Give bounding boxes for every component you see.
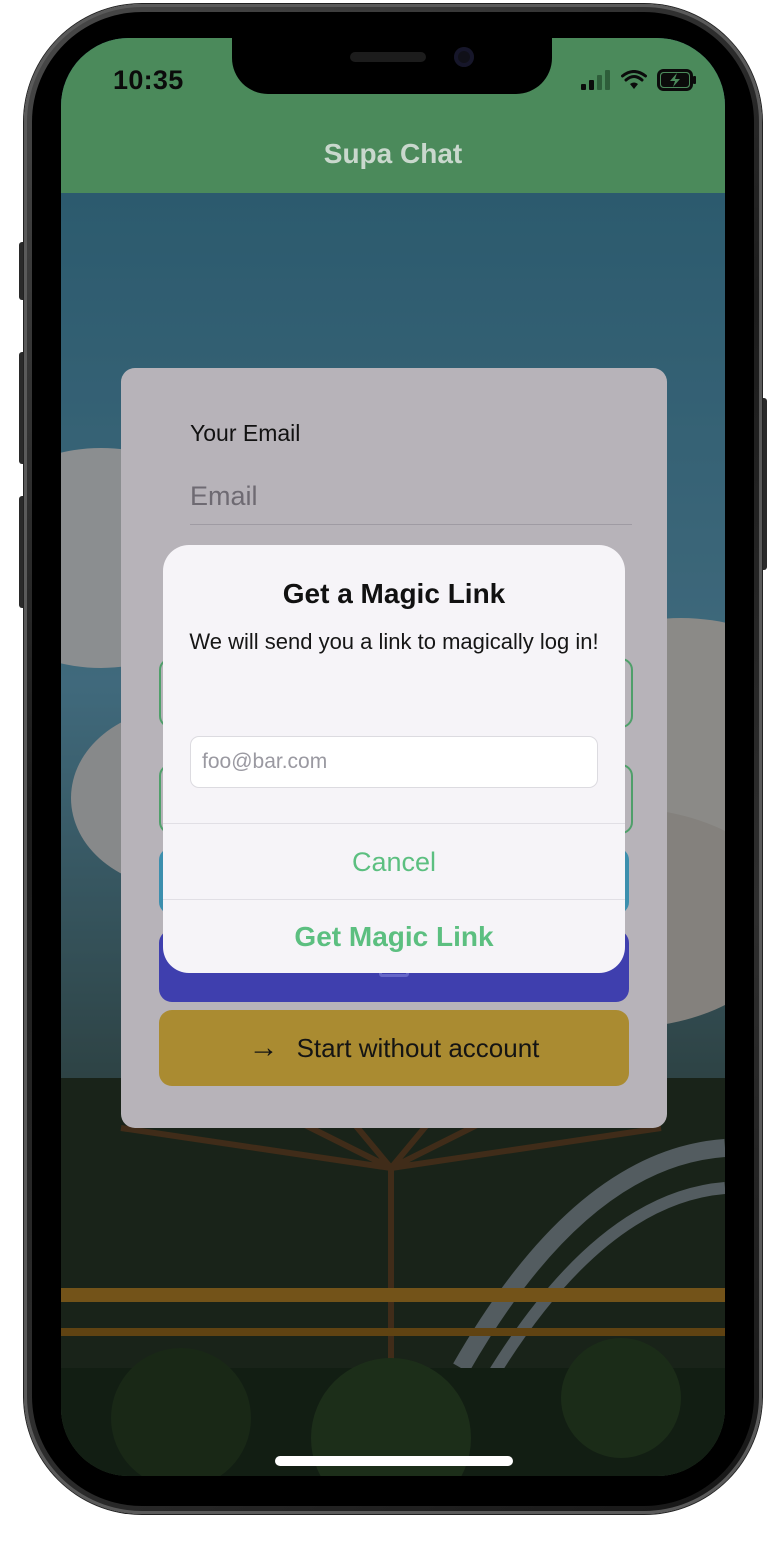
- wifi-icon: [621, 70, 647, 89]
- alert-email-input[interactable]: [190, 736, 598, 788]
- email-label: Your Email: [190, 420, 301, 446]
- app-title: Supa Chat: [323, 138, 463, 169]
- start-without-account-button[interactable]: → Start without account: [159, 1010, 629, 1086]
- home-indicator[interactable]: [275, 1456, 513, 1466]
- alert-get-magic-link-button[interactable]: Get Magic Link: [163, 900, 625, 973]
- alert-divider: [163, 823, 625, 824]
- signal-icon: [581, 70, 610, 90]
- battery-charging-icon: [657, 69, 696, 91]
- status-icons: [581, 66, 697, 94]
- magic-link-alert: Get a Magic Link We will send you a link…: [163, 545, 625, 973]
- email-input[interactable]: [190, 468, 632, 525]
- phone-screen: Supa Chat 10:35 Your Email Email → Start…: [61, 38, 725, 1476]
- status-time: 10:35: [113, 65, 184, 95]
- notch: [232, 38, 552, 94]
- arrow-right-icon: →: [248, 1031, 279, 1064]
- alert-message: We will send you a link to magically log…: [189, 629, 599, 654]
- front-camera: [454, 47, 474, 67]
- alert-title: Get a Magic Link: [282, 578, 506, 609]
- speaker-grille: [350, 52, 426, 62]
- alert-cancel-button[interactable]: Cancel: [163, 825, 625, 899]
- start-without-account-label: Start without account: [296, 1032, 540, 1063]
